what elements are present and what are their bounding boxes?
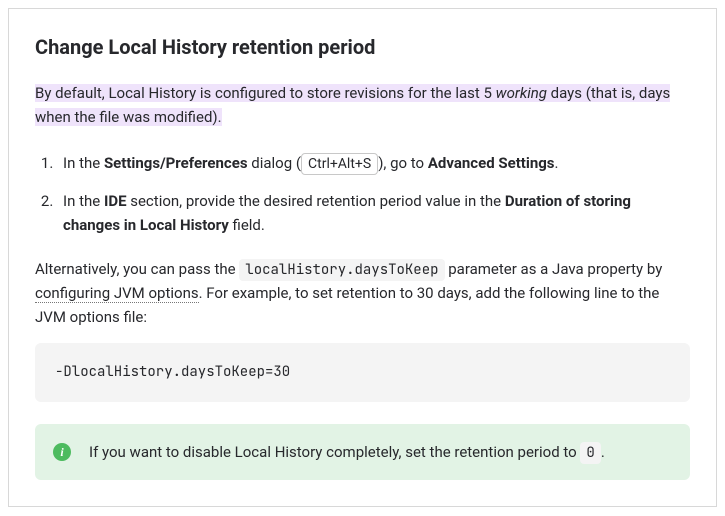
jvm-options-link[interactable]: configuring JVM options <box>35 284 199 303</box>
zero-code: 0 <box>580 442 600 464</box>
intro-emphasis: working <box>496 84 547 102</box>
code-block: -DlocalHistory.daysToKeep=30 <box>35 343 690 401</box>
doc-section: Change Local History retention period By… <box>8 8 717 507</box>
advanced-settings-name: Advanced Settings <box>428 154 555 172</box>
settings-dialog-name: Settings/Preferences <box>104 154 248 172</box>
step-2: In the IDE section, provide the desired … <box>57 189 690 237</box>
step-1: In the Settings/Preferences dialog (Ctrl… <box>57 151 690 175</box>
intro-paragraph: By default, Local History is configured … <box>35 81 690 129</box>
alt-paragraph: Alternatively, you can pass the localHis… <box>35 257 690 329</box>
ide-section-name: IDE <box>104 192 127 210</box>
steps-list: In the Settings/Preferences dialog (Ctrl… <box>35 151 690 237</box>
property-name-code: localHistory.daysToKeep <box>239 259 444 281</box>
info-icon: i <box>53 443 71 461</box>
tip-text: If you want to disable Local History com… <box>89 440 672 464</box>
tip-callout: i If you want to disable Local History c… <box>35 424 690 480</box>
section-heading: Change Local History retention period <box>35 31 690 63</box>
shortcut-key: Ctrl+Alt+S <box>301 153 378 175</box>
